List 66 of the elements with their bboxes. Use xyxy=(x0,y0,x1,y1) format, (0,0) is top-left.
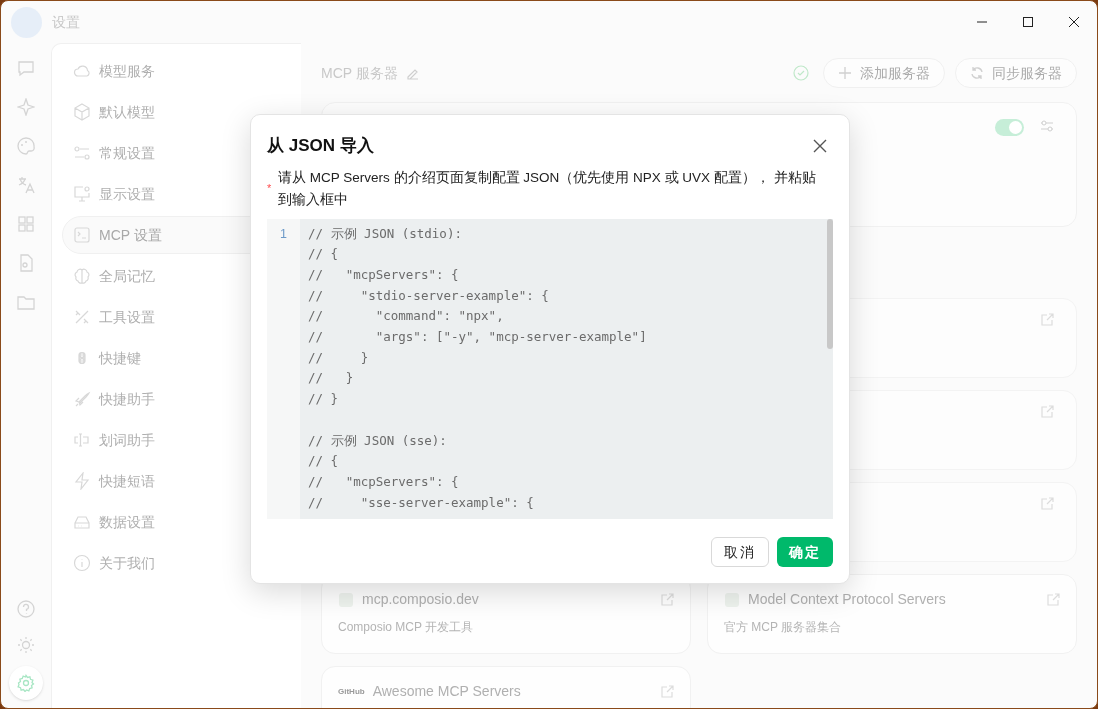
help-icon xyxy=(17,600,35,618)
external-link-icon[interactable] xyxy=(1047,593,1060,606)
close-icon xyxy=(1069,17,1079,27)
drive-icon xyxy=(73,513,91,531)
external-link-icon[interactable] xyxy=(1041,497,1054,510)
code-text: // 示例 JSON (stdio): // { // "mcpServers": { // "stdio-server-example": { // "command": "npx", // "args": ["-y", "mcp-server-example"] // } // } // } // 示例 JSON (sse): // { // "mcpServers": { // "sse-server-example": { xyxy=(300,218,833,519)
terminal-icon xyxy=(73,226,91,244)
sync-server-button[interactable]: 同步服务器 xyxy=(955,58,1077,88)
translate-icon xyxy=(17,176,35,194)
cloud-icon xyxy=(73,62,91,80)
external-link-icon[interactable] xyxy=(1041,405,1054,418)
menu-item[interactable]: 模型服务 xyxy=(62,52,291,90)
menu-item[interactable]: 划词助手 xyxy=(62,421,291,459)
sparkle-icon xyxy=(17,98,35,116)
resource-card[interactable]: GitHub Awesome MCP Servers xyxy=(321,666,691,708)
menu-item[interactable]: 快捷键 xyxy=(62,339,291,377)
menu-item[interactable]: 关于我们 xyxy=(62,544,291,582)
cancel-button[interactable]: 取消 xyxy=(711,537,769,567)
scrollbar[interactable] xyxy=(827,218,833,349)
site-logo-icon xyxy=(338,591,354,608)
site-logo-icon xyxy=(724,591,740,608)
field-label: 请从 MCP Servers 的介绍页面复制配置 JSON（优先使用 NPX 或 UVX 配置）， 并粘贴到输入框中 xyxy=(278,168,817,209)
toggle-switch[interactable] xyxy=(995,119,1024,136)
text-cursor-icon xyxy=(73,431,91,449)
sliders-icon[interactable] xyxy=(1040,119,1054,133)
monitor-icon xyxy=(73,185,91,203)
maximize-icon xyxy=(1023,17,1033,27)
close-icon[interactable] xyxy=(813,138,827,153)
menu-item[interactable]: 数据设置 xyxy=(62,503,291,541)
chat-icon xyxy=(17,59,35,77)
external-link-icon[interactable] xyxy=(1041,313,1054,326)
palette-icon xyxy=(17,137,35,155)
selected-rail-item[interactable] xyxy=(9,666,43,700)
lightning-icon xyxy=(73,472,91,490)
external-link-icon[interactable] xyxy=(661,685,674,698)
resource-card[interactable]: Model Context Protocol Servers 官方 MCP 服务器集合 xyxy=(707,574,1077,654)
menu-item[interactable]: 工具设置 xyxy=(62,298,291,336)
tools-icon xyxy=(73,308,91,326)
folder-icon xyxy=(17,293,35,311)
menu-item[interactable]: 默认模型 xyxy=(62,93,291,131)
settings-icon xyxy=(17,674,35,692)
sliders-icon xyxy=(73,144,91,162)
menu-item[interactable]: 快捷短语 xyxy=(62,462,291,500)
external-link-icon[interactable] xyxy=(661,593,674,606)
check-circle-icon xyxy=(793,65,809,81)
dialog-title: 从 JSON 导入 xyxy=(267,135,374,157)
plus-icon xyxy=(838,66,852,80)
logo-text: GitHub xyxy=(338,685,365,698)
card-title: Model Context Protocol Servers xyxy=(748,590,946,609)
refresh-icon xyxy=(970,66,984,80)
confirm-button[interactable]: 确定 xyxy=(777,537,833,567)
card-description: Composio MCP 开发工具 xyxy=(338,619,475,636)
add-server-button[interactable]: 添加服务器 xyxy=(823,58,945,88)
card-description: 官方 MCP 服务器集合 xyxy=(724,619,843,636)
card-title: Awesome MCP Servers xyxy=(372,682,521,701)
line-number: 1 xyxy=(279,225,288,243)
info-icon xyxy=(73,554,91,572)
menu-item[interactable]: 快捷助手 xyxy=(62,380,291,418)
sun-icon xyxy=(17,636,35,654)
menu-item[interactable]: 全局记忆 xyxy=(62,257,291,295)
cube-icon xyxy=(73,103,91,121)
document-search-icon xyxy=(17,254,35,272)
grid-icon xyxy=(17,215,35,233)
card-title: mcp.composio.dev xyxy=(362,590,479,609)
brain-icon xyxy=(73,267,91,285)
required-mark: * xyxy=(267,181,273,197)
